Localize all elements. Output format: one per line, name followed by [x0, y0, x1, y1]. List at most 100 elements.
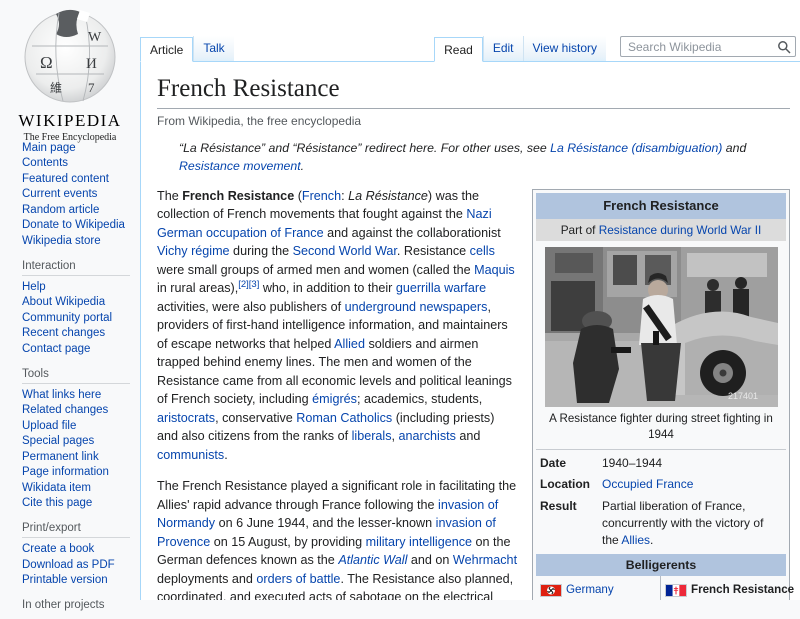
sidebar-link[interactable]: Cite this page [22, 497, 130, 509]
tab-talk-label: Talk [203, 41, 225, 55]
infobox-facts: Date 1940–1944 Location Occupied France … [536, 449, 786, 551]
sidebar-link[interactable]: Printable version [22, 574, 130, 586]
article-link[interactable]: communists [157, 448, 224, 462]
sidebar-section-tools: Tools What links here Related changes Uplo… [22, 368, 130, 509]
belligerent-germany: Germany [540, 582, 655, 598]
page-title: French Resistance [157, 74, 790, 109]
search-input[interactable] [620, 36, 796, 57]
svg-text:維: 維 [50, 81, 62, 95]
sidebar-link[interactable]: Contact page [22, 343, 130, 355]
sidebar-link[interactable]: Page information [22, 466, 130, 478]
article-link[interactable]: underground newspapers [345, 300, 488, 314]
reference-link[interactable]: [2][3] [238, 279, 259, 290]
text-span: were small groups of armed men and women… [157, 262, 475, 277]
article-link[interactable]: Atlantic Wall [338, 553, 407, 567]
text-span: ; academics, students, [356, 392, 483, 407]
french-resistance-label: French Resistance [691, 583, 795, 597]
sidebar-link[interactable]: Main page [22, 142, 130, 154]
sidebar-link[interactable]: Community portal [22, 312, 130, 324]
text-span: French Resistance [182, 188, 295, 203]
article-link[interactable]: Allied [334, 337, 365, 351]
flag-free-france-icon [665, 583, 687, 597]
article-link[interactable]: liberals [352, 429, 392, 443]
sidebar-heading-interaction: Interaction [22, 260, 130, 276]
sidebar-link[interactable]: Contents [22, 157, 130, 169]
search-icon[interactable] [777, 40, 791, 54]
article-link[interactable]: military intelligence [366, 535, 472, 549]
sidebar-link[interactable]: Current events [22, 188, 130, 200]
tab-view-history[interactable]: View history [522, 36, 606, 61]
text-span: and on [407, 553, 453, 568]
page-tabs-bar: Article Talk Read Edit View history [140, 0, 800, 62]
sidebar-link[interactable]: Upload file [22, 420, 130, 432]
svg-text:И: И [86, 56, 97, 72]
tab-edit[interactable]: Edit [482, 36, 523, 61]
sidebar-link[interactable]: Donate to Wikipedia [22, 219, 130, 231]
article-link[interactable]: La Résistance (disambiguation) [550, 141, 722, 155]
sidebar-nav: Main page Contents Featured content Current… [0, 138, 140, 619]
article-link[interactable]: anarchists [399, 429, 456, 443]
article-link[interactable]: French [302, 189, 341, 203]
text-span: . Resistance [396, 244, 470, 259]
tab-talk[interactable]: Talk [193, 36, 234, 61]
belligerent-french-resistance: French Resistance [665, 582, 794, 598]
svg-text:Ω: Ω [40, 53, 53, 72]
germany-link[interactable]: Germany [566, 582, 614, 598]
text-span: and [455, 429, 481, 444]
article-link[interactable]: Wehrmacht [453, 553, 517, 567]
sidebar-link[interactable]: Create a book [22, 543, 130, 555]
fact-date-value: 1940–1944 [602, 455, 663, 470]
text-span: La Résistance [348, 188, 428, 203]
sidebar-heading-other-projects: In other projects [22, 599, 105, 611]
wikipedia-logo[interactable]: Ω W И 7 維 WIKIPEDIA The Free Encyclopedi… [0, 0, 140, 143]
svg-text:7: 7 [88, 80, 95, 95]
article-link[interactable]: Allies [621, 533, 650, 547]
site-subtitle: From Wikipedia, the free encyclopedia [157, 114, 362, 128]
infobox-photo[interactable]: 217401 [544, 246, 778, 407]
article-link[interactable]: Second World War [293, 244, 397, 258]
belligerents-resistance-column: French Resistance Supported by: Free Fra… [661, 576, 794, 600]
infobox-partof-prefix: Part of [560, 222, 599, 237]
sidebar-link[interactable]: Download as PDF [22, 559, 130, 571]
text-span: ( [294, 188, 302, 203]
hatnote: “La Résistance” and “Résistance” redirec… [157, 139, 790, 176]
article-link[interactable]: Maquis [474, 263, 515, 277]
sidebar-link[interactable]: Recent changes [22, 327, 130, 339]
sidebar-heading-print-export: Print/export [22, 522, 130, 538]
search-box [620, 36, 796, 57]
flag-nazi-germany-icon [540, 583, 562, 597]
fact-row-date: Date 1940–1944 [536, 452, 786, 474]
sidebar-link[interactable]: Featured content [22, 173, 130, 185]
sidebar-link[interactable]: Random article [22, 204, 130, 216]
svg-text:W: W [88, 30, 102, 45]
article-link[interactable]: cells [470, 244, 495, 258]
article-link[interactable]: Resistance movement [179, 159, 301, 173]
photo-serial-number: 217401 [728, 391, 758, 401]
article-link[interactable]: guerrilla warfare [396, 281, 486, 295]
article-link[interactable]: orders of battle [256, 572, 340, 586]
tab-read[interactable]: Read [434, 37, 483, 62]
sidebar-link[interactable]: Help [22, 281, 130, 293]
fact-date-label: Date [540, 455, 567, 470]
tab-read-label: Read [444, 43, 473, 57]
occupied-france-link[interactable]: Occupied France [602, 477, 693, 491]
article-link[interactable]: Vichy régime [157, 244, 230, 258]
article-link[interactable]: émigrés [312, 392, 357, 406]
sidebar-link[interactable]: Permanent link [22, 451, 130, 463]
sidebar-link[interactable]: Special pages [22, 435, 130, 447]
tab-edit-label: Edit [492, 41, 514, 55]
article-link[interactable]: Roman Catholics [296, 411, 392, 425]
infobox-caption: A Resistance fighter during street fight… [549, 411, 773, 441]
sidebar-link[interactable]: Related changes [22, 404, 130, 416]
fact-result-label: Result [540, 499, 577, 514]
infobox-title: French Resistance [536, 192, 786, 220]
article-link[interactable]: aristocrats [157, 411, 215, 425]
sidebar-link[interactable]: What links here [22, 389, 130, 401]
infobox-partof-link[interactable]: Resistance during World War II [599, 223, 762, 237]
tab-article[interactable]: Article [140, 37, 194, 62]
sidebar-link[interactable]: Wikipedia store [22, 235, 130, 247]
sidebar-section-other-projects: In other projects [22, 599, 130, 614]
sidebar-link[interactable]: Wikidata item [22, 482, 130, 494]
sidebar-link[interactable]: About Wikipedia [22, 296, 130, 308]
text-span: . [224, 447, 228, 462]
